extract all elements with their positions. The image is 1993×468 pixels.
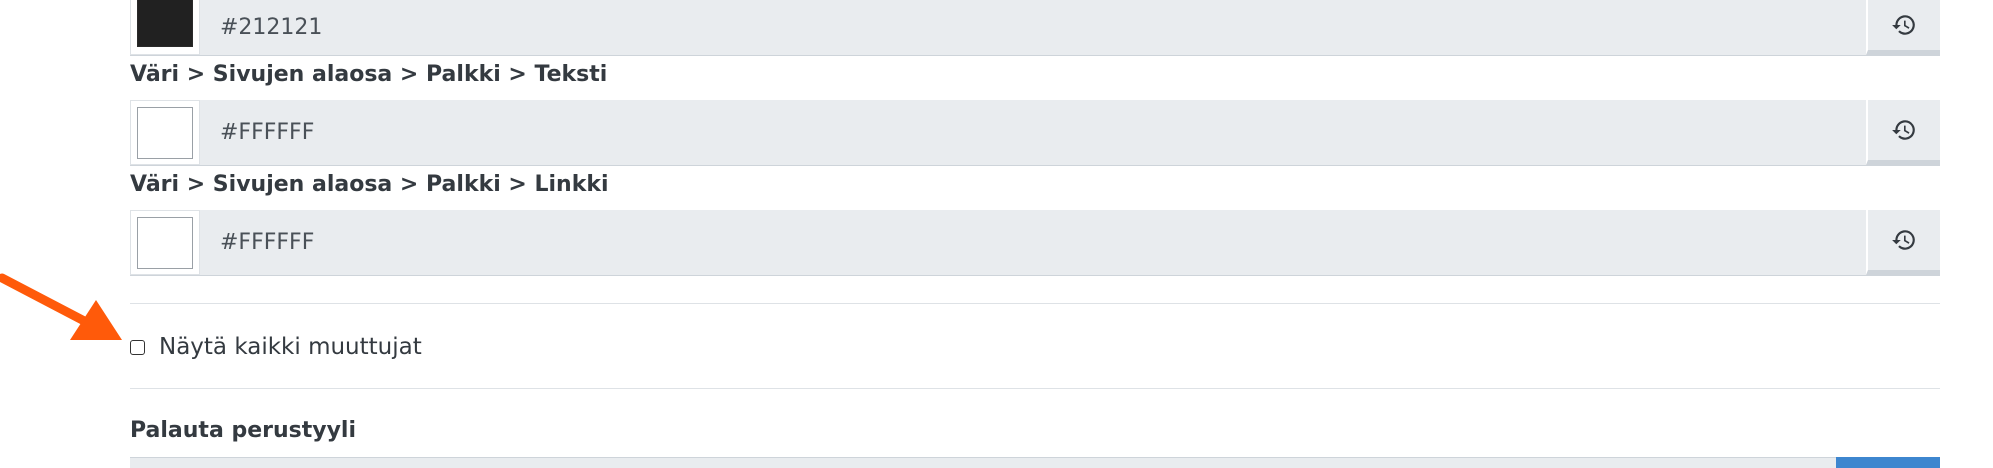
color-hex-input[interactable] bbox=[200, 210, 1866, 275]
color-swatch bbox=[137, 0, 193, 47]
color-swatch-button[interactable] bbox=[130, 100, 200, 165]
reset-style-row bbox=[130, 457, 1940, 468]
reset-color-button[interactable] bbox=[1866, 0, 1940, 55]
color-hex-input[interactable] bbox=[200, 0, 1866, 55]
reset-color-button[interactable] bbox=[1866, 100, 1940, 165]
color-field-row bbox=[130, 0, 1940, 56]
color-field-row bbox=[130, 210, 1940, 276]
color-hex-input[interactable] bbox=[200, 100, 1866, 165]
color-field-row bbox=[130, 100, 1940, 166]
show-all-variables-label[interactable]: Näytä kaikki muuttujat bbox=[159, 334, 422, 360]
reset-color-button[interactable] bbox=[1866, 210, 1940, 275]
color-swatch-button[interactable] bbox=[130, 210, 200, 275]
annotation-arrow-icon bbox=[0, 273, 122, 340]
history-icon bbox=[1892, 120, 1915, 140]
reset-style-button[interactable] bbox=[1836, 457, 1940, 468]
history-icon bbox=[1892, 15, 1915, 35]
section-divider bbox=[130, 388, 1940, 389]
settings-content: Väri > Sivujen alaosa > Palkki > Teksti … bbox=[130, 0, 1940, 468]
reset-style-select[interactable] bbox=[130, 457, 1836, 468]
color-field-label: Väri > Sivujen alaosa > Palkki > Teksti bbox=[130, 62, 608, 87]
section-divider bbox=[130, 303, 1940, 304]
show-all-variables-checkbox[interactable] bbox=[130, 339, 145, 355]
show-all-variables-toggle[interactable]: Näytä kaikki muuttujat bbox=[130, 329, 1940, 365]
color-field-label: Väri > Sivujen alaosa > Palkki > Linkki bbox=[130, 172, 609, 197]
color-swatch bbox=[137, 216, 193, 269]
history-icon bbox=[1892, 230, 1915, 250]
color-swatch bbox=[137, 106, 193, 159]
theme-color-settings: Väri > Sivujen alaosa > Palkki > Teksti … bbox=[0, 0, 1993, 468]
reset-style-heading: Palauta perustyyli bbox=[130, 418, 357, 443]
color-swatch-button[interactable] bbox=[130, 0, 200, 55]
